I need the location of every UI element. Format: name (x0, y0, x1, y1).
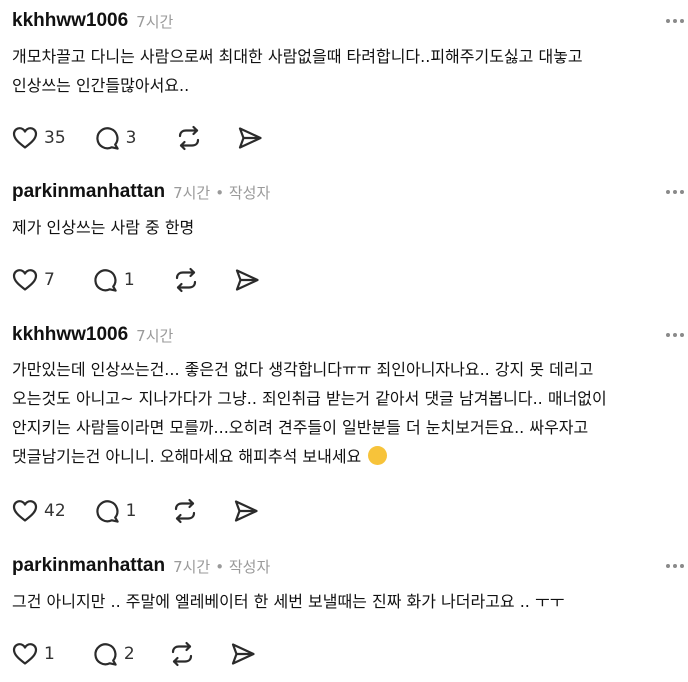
reply-button[interactable]: 1 (94, 496, 137, 526)
share-button[interactable] (230, 639, 256, 669)
comment-line: 그건 아니지만 .. 주말에 엘레베이터 한 세번 보낼때는 진짜 화가 나더라… (12, 592, 565, 611)
heart-icon (12, 127, 38, 149)
reply-count: 1 (123, 270, 135, 290)
repost-button[interactable] (169, 639, 195, 669)
comment-bubble-icon (95, 127, 119, 150)
comment-text: 개모차끌고 다니는 사람으로써 최대한 사람없을때 타려합니다..피해주기도싫고… (12, 42, 680, 100)
like-button[interactable]: 42 (12, 496, 66, 526)
share-button[interactable] (233, 496, 259, 526)
username[interactable]: parkinmanhattan (12, 181, 165, 203)
comment-line: 개모차끌고 다니는 사람으로써 최대한 사람없을때 타려합니다..피해주기도싫고… (12, 47, 583, 66)
comment-bubble-icon (94, 643, 117, 666)
action-bar: 42 1 (12, 496, 259, 526)
comment-line: 댓글남기는건 아니니. 오해마세요 해피추석 보내세요 (12, 442, 680, 471)
repost-button[interactable] (176, 123, 202, 153)
comment-bubble-icon (95, 500, 119, 523)
reply-count: 1 (125, 501, 137, 521)
more-options-icon[interactable] (666, 14, 684, 28)
repost-button[interactable] (172, 496, 198, 526)
like-button[interactable]: 7 (12, 265, 55, 295)
username[interactable]: kkhhww1006 (12, 324, 128, 346)
repost-icon (175, 498, 196, 524)
repost-icon (175, 267, 196, 293)
like-button[interactable]: 35 (12, 123, 66, 153)
heart-icon (12, 643, 38, 665)
comment-header: parkinmanhattan 7시간 • 작성자 (12, 552, 270, 580)
author-tag: • 작성자 (215, 557, 271, 576)
comment-line: 가만있는데 인상쓰는건... 좋은건 없다 생각합니다ㅠㅠ 죄인아니자나요.. … (12, 360, 594, 379)
repost-icon (179, 125, 200, 151)
comment-line-text: 댓글남기는건 아니니. 오해마세요 해피추석 보내세요 (12, 447, 362, 466)
more-options-icon[interactable] (666, 185, 684, 199)
share-button[interactable] (237, 123, 263, 153)
like-count: 42 (44, 501, 66, 521)
reply-button[interactable]: 1 (92, 265, 135, 295)
hugging-face-emoji (368, 446, 388, 465)
repost-icon (171, 641, 192, 667)
more-options-icon[interactable] (666, 559, 684, 573)
comment-text: 가만있는데 인상쓰는건... 좋은건 없다 생각합니다ㅠㅠ 죄인아니자나요.. … (12, 355, 680, 471)
action-bar: 1 2 (12, 639, 256, 669)
comment-header: kkhhww1006 7시간 (12, 321, 173, 349)
like-count: 1 (44, 644, 55, 664)
comment-line: 제가 인상쓰는 사람 중 한명 (12, 218, 195, 237)
send-icon (235, 500, 259, 522)
comment-header: kkhhww1006 7시간 (12, 7, 173, 35)
repost-button[interactable] (173, 265, 199, 295)
username[interactable]: kkhhww1006 (12, 10, 128, 32)
comment-text: 제가 인상쓰는 사람 중 한명 (12, 213, 680, 242)
timestamp: 7시간 (173, 557, 211, 576)
comment-text: 그건 아니지만 .. 주말에 엘레베이터 한 세번 보낼때는 진짜 화가 나더라… (12, 587, 680, 616)
author-tag: • 작성자 (215, 183, 271, 202)
reply-button[interactable]: 2 (92, 639, 135, 669)
action-bar: 35 3 (12, 123, 263, 153)
username[interactable]: parkinmanhattan (12, 555, 165, 577)
reply-count: 3 (125, 128, 137, 148)
timestamp: 7시간 (136, 12, 174, 31)
action-bar: 7 1 (12, 265, 260, 295)
share-button[interactable] (234, 265, 260, 295)
more-options-icon[interactable] (666, 328, 684, 342)
heart-icon (12, 500, 38, 522)
send-icon (239, 127, 263, 149)
comment-line: 오는것도 아니고~ 지나가다가 그냥.. 죄인취급 받는거 같아서 댓글 남겨봅… (12, 389, 607, 408)
heart-icon (12, 269, 38, 291)
timestamp: 7시간 (173, 183, 211, 202)
send-icon (235, 269, 259, 291)
comment-line: 안지키는 사람들이라면 모를까...오히려 견주들이 일반분들 더 눈치보거든요… (12, 418, 589, 437)
comment-line: 인상쓰는 인간들많아서요.. (12, 76, 190, 95)
timestamp: 7시간 (136, 326, 174, 345)
like-count: 7 (44, 270, 55, 290)
reply-count: 2 (123, 644, 135, 664)
reply-button[interactable]: 3 (94, 123, 137, 153)
send-icon (231, 643, 255, 665)
comment-header: parkinmanhattan 7시간 • 작성자 (12, 178, 270, 206)
comment-bubble-icon (94, 269, 117, 292)
like-count: 35 (44, 128, 66, 148)
like-button[interactable]: 1 (12, 639, 55, 669)
